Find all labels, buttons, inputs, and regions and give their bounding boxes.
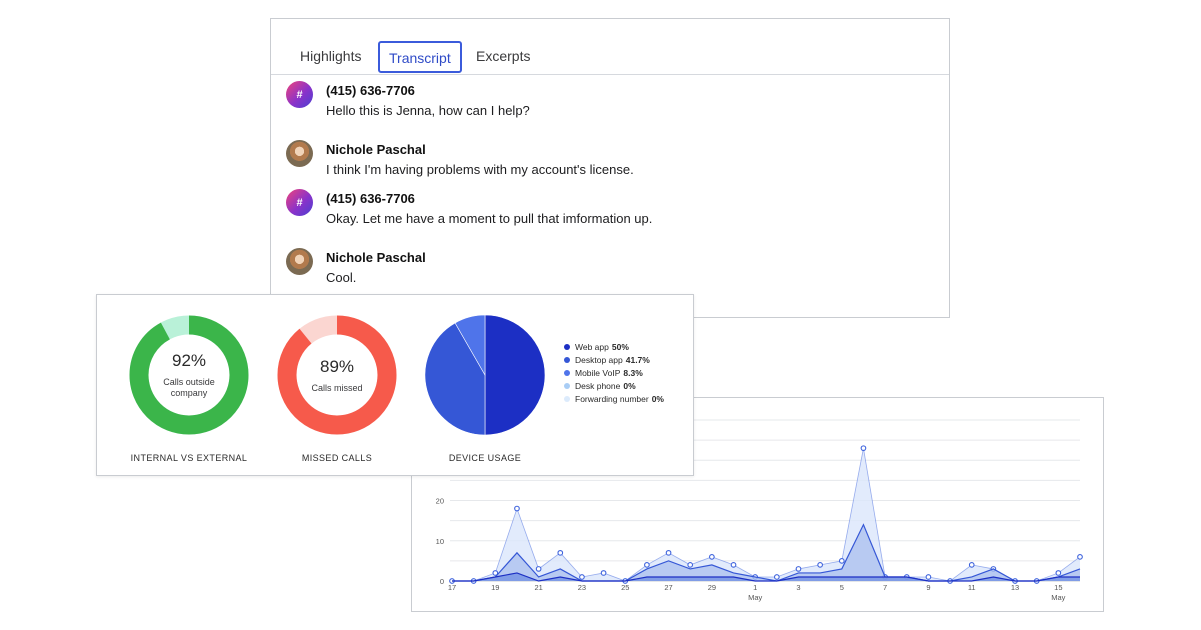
- internal-external-label: INTERNAL VS EXTERNAL: [130, 453, 248, 463]
- data-point[interactable]: [600, 570, 607, 576]
- legend-item-desktop-app: Desktop app 41.7%: [564, 353, 664, 366]
- message-speaker: (415) 636-7706: [326, 191, 415, 206]
- transcript-message: # (415) 636-7706 Hello this is Jenna, ho…: [286, 81, 926, 131]
- legend-swatch: [564, 395, 570, 402]
- y-tick-label: 10: [436, 537, 444, 546]
- transcript-message: Nichole Paschal Cool.: [286, 248, 926, 298]
- internal-external-summary: 92% Calls outside company: [127, 313, 251, 437]
- tab-transcript[interactable]: Transcript: [378, 41, 462, 73]
- x-tick-label: 3: [796, 583, 800, 592]
- legend-item-mobile-voip: Mobile VoIP 8.3%: [564, 366, 664, 379]
- hash-icon: #: [286, 81, 313, 108]
- legend-item-web-app: Web app 50%: [564, 340, 664, 353]
- legend-value: 8.3%: [623, 367, 643, 378]
- missed-calls-caption: Calls missed: [311, 382, 363, 393]
- transcript-tabs: Highlights Transcript Excerpts: [271, 19, 949, 75]
- hash-icon: #: [286, 189, 313, 216]
- data-point[interactable]: [557, 549, 564, 556]
- legend-item-forwarding-number: Forwarding number 0%: [564, 392, 664, 405]
- x-tick-label: 29: [708, 583, 716, 592]
- data-point[interactable]: [860, 445, 867, 452]
- legend-value: 41.7%: [625, 354, 650, 365]
- message-speaker: (415) 636-7706: [326, 83, 415, 98]
- y-tick-label: 0: [440, 577, 444, 586]
- data-point[interactable]: [644, 562, 650, 568]
- x-month-label: May: [1051, 593, 1065, 602]
- data-point[interactable]: [665, 549, 672, 556]
- person-avatar: [286, 140, 313, 167]
- y-tick-label: 20: [436, 497, 444, 506]
- device-usage-pie: [424, 314, 546, 436]
- message-text: Hello this is Jenna, how can I help?: [326, 103, 530, 118]
- data-point[interactable]: [535, 566, 542, 572]
- x-tick-label: 15: [1054, 583, 1062, 592]
- person-avatar: [286, 248, 313, 275]
- x-tick-label: 21: [534, 583, 542, 592]
- legend-value: 0%: [651, 393, 664, 404]
- legend-label: Forwarding number: [575, 393, 649, 404]
- message-text: Cool.: [326, 270, 357, 285]
- message-text: I think I'm having problems with my acco…: [326, 162, 634, 177]
- transcript-message: Nichole Paschal I think I'm having probl…: [286, 140, 926, 190]
- x-tick-label: 23: [578, 583, 586, 592]
- x-month-label: May: [748, 593, 762, 602]
- x-tick-label: 9: [926, 583, 930, 592]
- x-tick-label: 27: [664, 583, 672, 592]
- data-point[interactable]: [1077, 554, 1083, 560]
- legend-swatch: [564, 356, 570, 363]
- call-stats-panel: 92% Calls outside company INTERNAL VS EX…: [96, 294, 694, 476]
- data-point[interactable]: [925, 574, 932, 580]
- missed-calls-value: 89%: [319, 356, 355, 376]
- data-point[interactable]: [795, 566, 802, 572]
- legend-label: Desk phone: [575, 380, 621, 391]
- legend-value: 50%: [611, 341, 629, 352]
- legend-item-desk-phone: Desk phone 0%: [564, 379, 664, 392]
- tab-highlights[interactable]: Highlights: [291, 41, 370, 73]
- missed-calls-summary: 89% Calls missed: [275, 313, 399, 437]
- data-point[interactable]: [514, 505, 520, 512]
- data-point[interactable]: [968, 562, 975, 568]
- legend-label: Mobile VoIP: [575, 367, 621, 378]
- data-point[interactable]: [1055, 570, 1062, 576]
- x-tick-label: 17: [448, 583, 456, 592]
- legend-swatch: [564, 343, 570, 350]
- x-tick-label: 1: [753, 583, 757, 592]
- legend-swatch: [564, 382, 570, 389]
- data-point[interactable]: [579, 574, 585, 580]
- data-point[interactable]: [838, 558, 845, 564]
- internal-external-caption: Calls outside company: [163, 377, 215, 398]
- pie-slice: [484, 314, 546, 436]
- transcript-message: # (415) 636-7706 Okay. Let me have a mom…: [286, 189, 926, 239]
- x-tick-label: 25: [621, 583, 629, 592]
- legend-label: Web app: [575, 341, 609, 352]
- tab-excerpts[interactable]: Excerpts: [467, 41, 539, 73]
- device-usage-legend: Web app 50% Desktop app 41.7% Mobile VoIP 8…: [564, 340, 664, 405]
- data-point[interactable]: [773, 574, 780, 580]
- data-point[interactable]: [730, 562, 737, 568]
- message-text: Okay. Let me have a moment to pull that …: [326, 211, 653, 226]
- device-usage-label: DEVICE USAGE: [448, 453, 522, 463]
- internal-external-value: 92%: [171, 351, 207, 370]
- legend-value: 0%: [623, 380, 636, 391]
- x-tick-label: 13: [1011, 583, 1019, 592]
- data-point[interactable]: [817, 562, 823, 568]
- legend-label: Desktop app: [575, 354, 623, 365]
- message-speaker: Nichole Paschal: [326, 250, 426, 265]
- x-tick-label: 11: [968, 583, 976, 592]
- x-tick-label: 7: [883, 583, 887, 592]
- x-tick-label: 5: [840, 583, 844, 592]
- legend-swatch: [564, 369, 570, 376]
- data-point[interactable]: [709, 554, 715, 560]
- message-speaker: Nichole Paschal: [326, 142, 426, 157]
- data-point[interactable]: [687, 562, 694, 568]
- transcript-panel: Highlights Transcript Excerpts # (415) 6…: [270, 18, 950, 318]
- x-tick-label: 19: [491, 583, 499, 592]
- missed-calls-label: MISSED CALLS: [301, 453, 373, 463]
